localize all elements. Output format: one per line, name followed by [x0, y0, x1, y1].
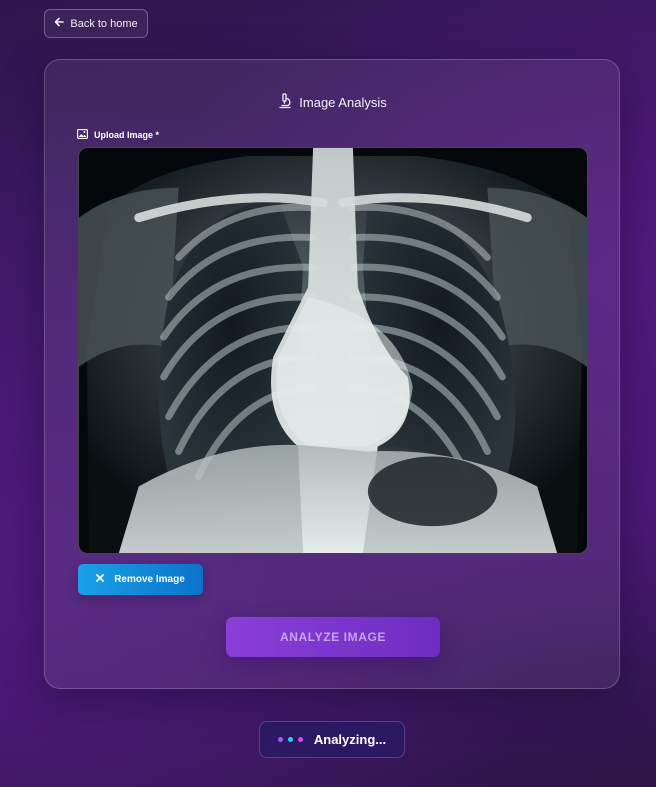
card-title: Image Analysis [45, 93, 619, 112]
card-title-text: Image Analysis [299, 95, 387, 110]
uploaded-image-preview [78, 147, 588, 554]
loading-dots-icon [277, 737, 303, 742]
microscope-icon [277, 93, 293, 112]
arrow-left-icon [54, 17, 65, 30]
remove-image-label: Remove Image [114, 574, 185, 585]
close-icon [96, 574, 105, 585]
back-to-home-label: Back to home [70, 17, 138, 30]
back-to-home-button[interactable]: Back to home [44, 9, 148, 38]
upload-image-label-text: Upload Image * [94, 130, 160, 140]
analyzing-status-text: Analyzing... [313, 732, 387, 747]
loading-dot [277, 737, 283, 742]
upload-image-label: Upload Image * [77, 129, 159, 141]
analyzing-status: Analyzing... [259, 721, 405, 758]
image-analysis-card: Image Analysis Upload Image * Remove Ima… [44, 59, 620, 689]
loading-dot [297, 737, 303, 742]
image-icon [77, 129, 88, 141]
analyze-image-button[interactable]: ANALYZE IMAGE [226, 617, 440, 657]
remove-image-button[interactable]: Remove Image [78, 564, 203, 595]
loading-dot [287, 737, 293, 742]
